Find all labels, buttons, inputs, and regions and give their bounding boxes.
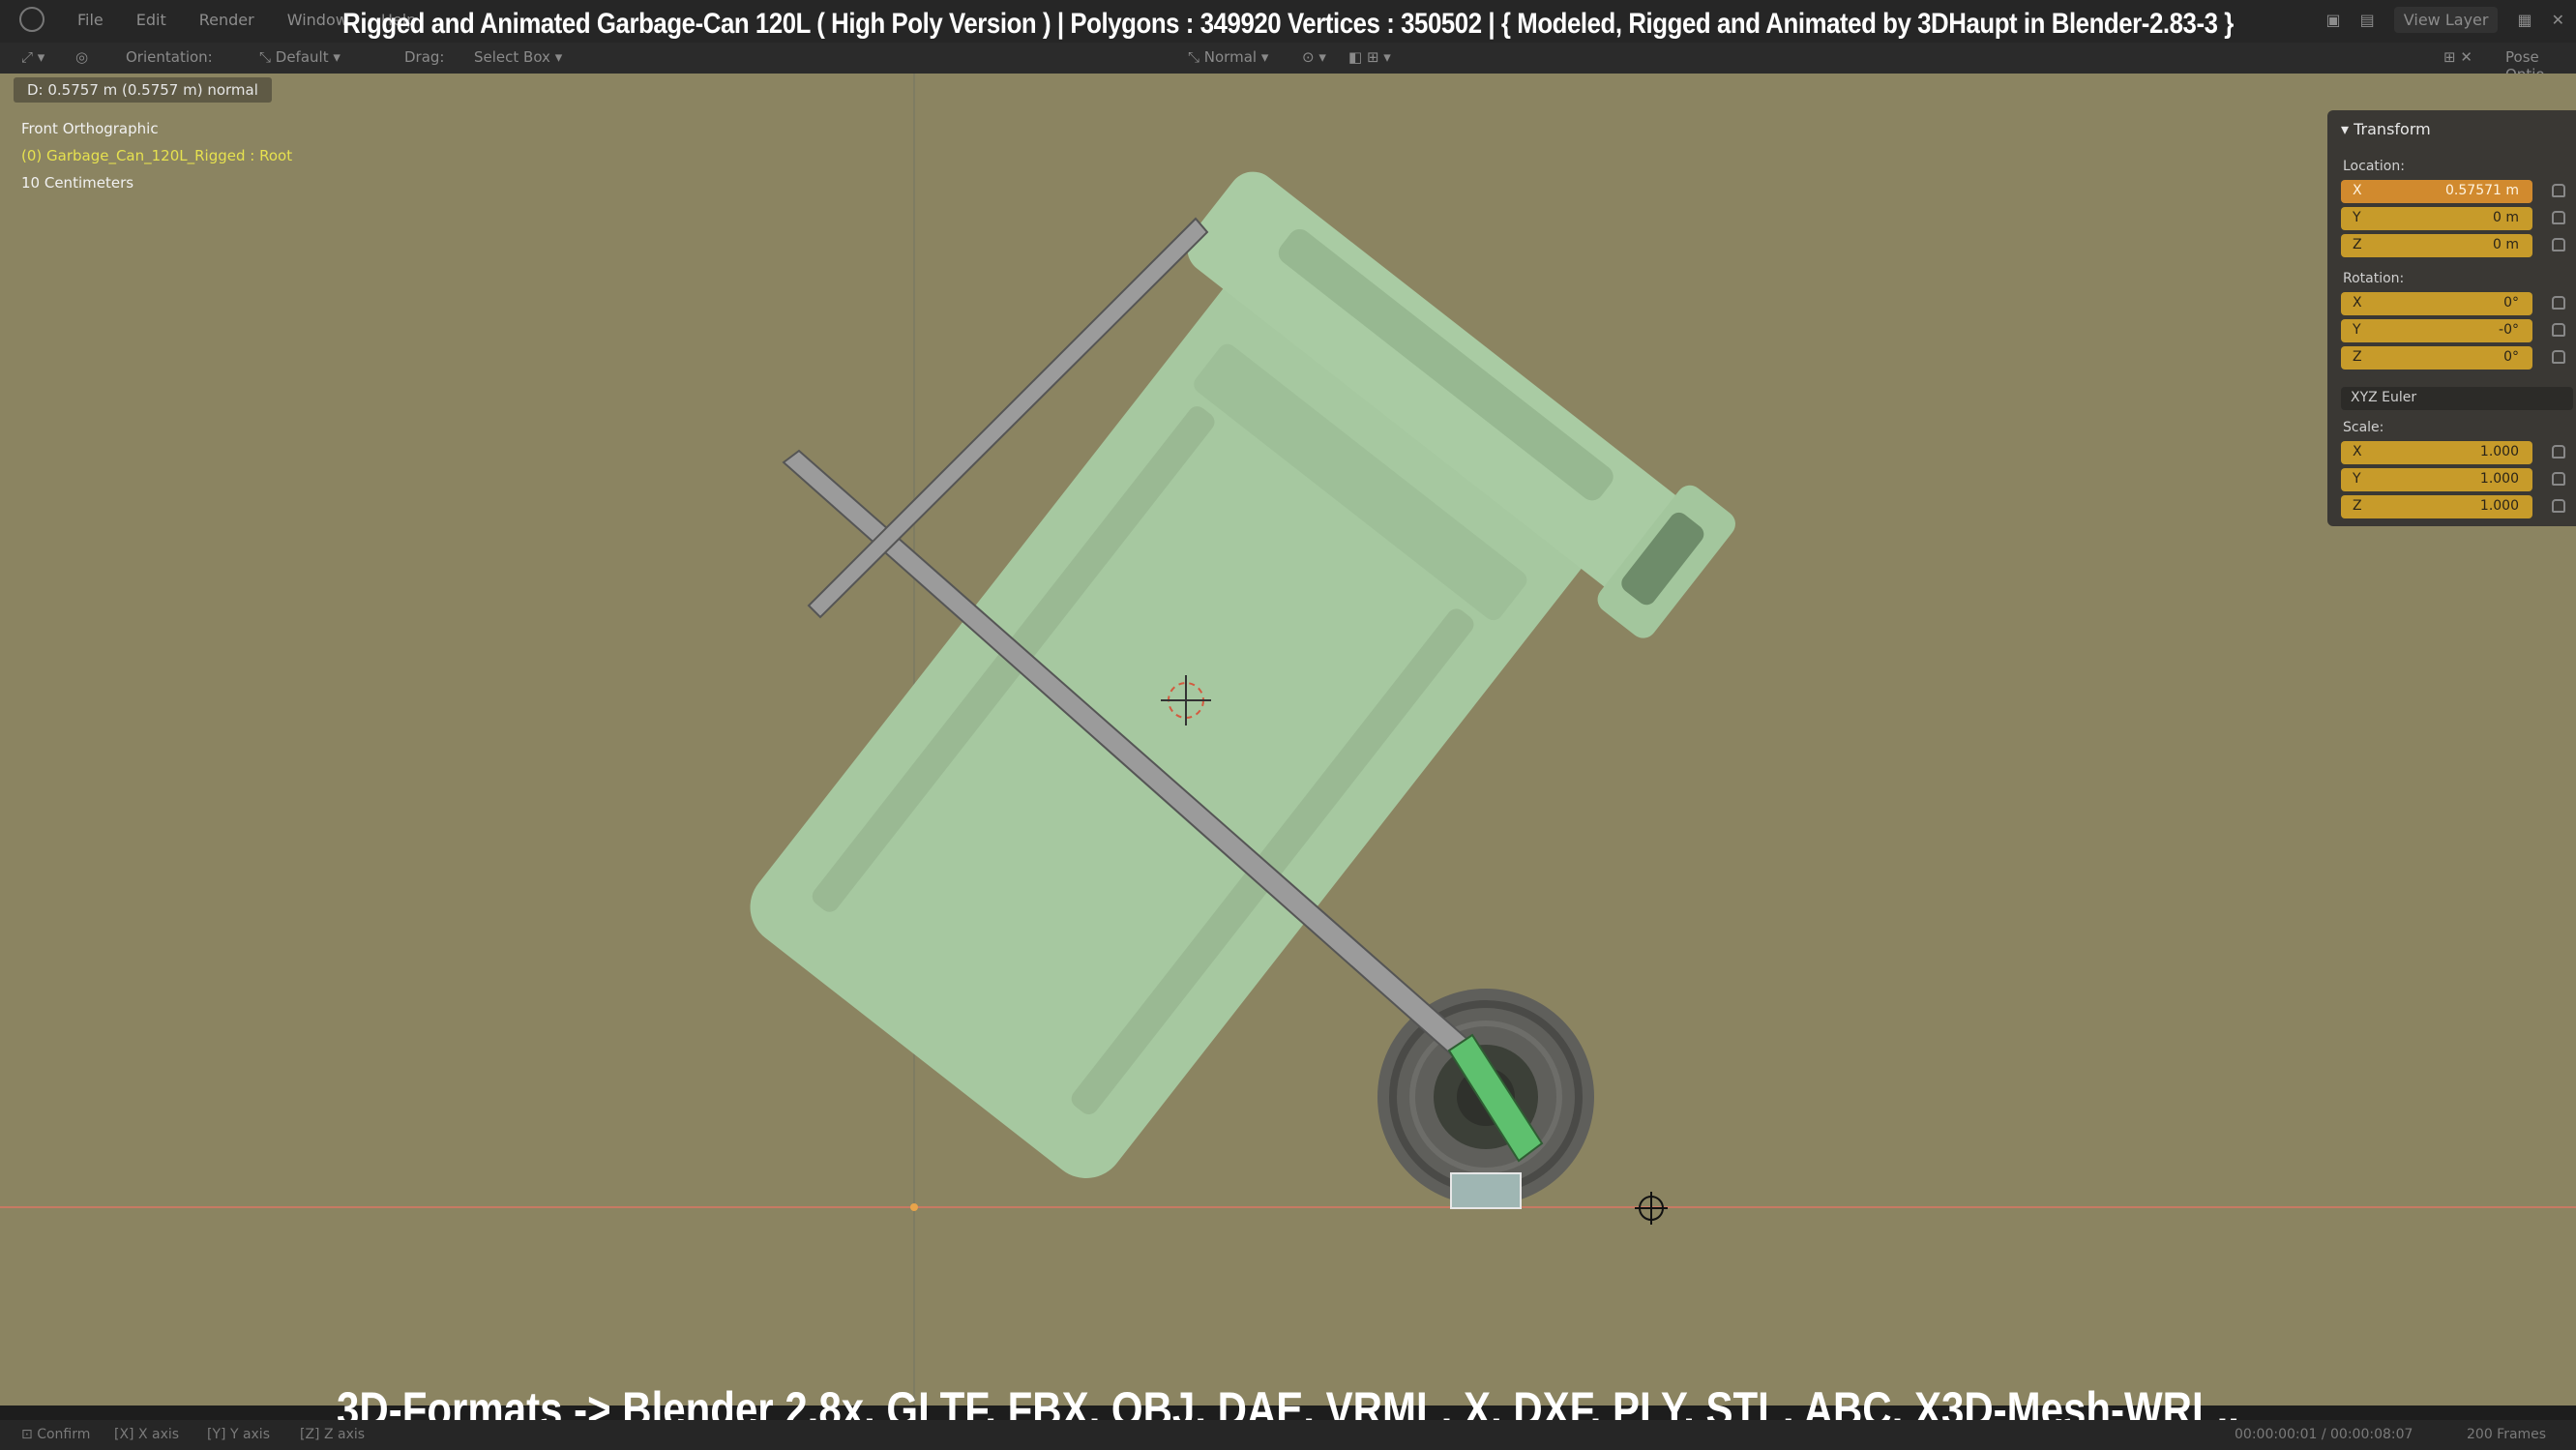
proportional-edit-icon[interactable]: ◧ ⊞ ▾ — [1348, 48, 1391, 66]
rotation-mode-dropdown[interactable]: XYZ Euler — [2341, 387, 2573, 410]
rotation-x-field[interactable]: X 0° — [2341, 292, 2532, 315]
scale-label: Scale: — [2343, 420, 2384, 435]
location-x-field[interactable]: X 0.57571 m — [2341, 180, 2532, 203]
transform-pivot-icon[interactable]: ◎ — [75, 48, 88, 66]
video-title-overlay: Rigged and Animated Garbage-Can 120L ( H… — [342, 8, 2234, 40]
lock-icon[interactable] — [2552, 211, 2565, 224]
lock-icon[interactable] — [2552, 350, 2565, 364]
lock-icon[interactable] — [2552, 323, 2565, 337]
menu-edit[interactable]: Edit — [136, 11, 166, 29]
lock-icon[interactable] — [2552, 499, 2565, 513]
drag-label: Drag: — [404, 48, 445, 66]
status-bar: ⊡ Confirm [X] X axis [Y] Y axis [Z] Z ax… — [0, 1420, 2576, 1450]
frame-count: 200 Frames — [2467, 1427, 2547, 1442]
rotation-y-field[interactable]: Y -0° — [2341, 319, 2532, 342]
location-label: Location: — [2343, 159, 2405, 174]
location-y-field[interactable]: Y0 m — [2341, 207, 2532, 230]
viewport-canvas — [0, 74, 2576, 1406]
root-bone — [1450, 1172, 1522, 1209]
viewport-header: ⤢ ▾ ◎ Orientation: ⤡ Default ▾ Drag: Sel… — [0, 43, 2576, 83]
lock-icon[interactable] — [2552, 445, 2565, 459]
scale-z-field[interactable]: Z 1.000 — [2341, 495, 2532, 518]
transform-panel-header[interactable]: ▾ Transform — [2341, 120, 2431, 138]
scale-y-field[interactable]: Y 1.000 — [2341, 468, 2532, 491]
view-layer-selector[interactable]: View Layer — [2393, 6, 2499, 33]
active-object-name: (0) Garbage_Can_120L_Rigged : Root — [21, 147, 293, 164]
drag-dropdown[interactable]: Select Box ▾ — [474, 48, 562, 66]
orientation-dropdown[interactable]: ⤡ Default ▾ — [259, 48, 341, 66]
measure-readout: D: 0.5757 m (0.5757 m) normal — [14, 77, 272, 103]
rotation-z-field[interactable]: Z 0° — [2341, 346, 2532, 370]
scale-x-field[interactable]: X 1.000 — [2341, 441, 2532, 464]
transform-orientation-dropdown[interactable]: ⤡ Normal ▾ — [1188, 48, 1268, 66]
pose-mode-icon[interactable]: ⤢ ▾ — [21, 48, 44, 66]
rotation-label: Rotation: — [2343, 271, 2405, 286]
move-cursor-icon — [1635, 1192, 1668, 1225]
lock-icon[interactable] — [2552, 184, 2565, 197]
transform-panel: ▾ Transform Location: X 0.57571 m Y0 m Z0… — [2327, 110, 2576, 526]
overlay-icon[interactable]: ⊞ ✕ — [2443, 48, 2472, 66]
confirm-hint: ⊡ Confirm — [21, 1427, 91, 1442]
y-axis-hint: [Y] Y axis — [207, 1427, 270, 1442]
view-layer-browse-icon[interactable]: ▦ — [2517, 11, 2532, 29]
x-axis-hint: [X] X axis — [114, 1427, 180, 1442]
timecode: 00:00:00:01 / 00:00:08:07 — [2235, 1427, 2413, 1442]
close-icon[interactable]: ✕ — [2552, 11, 2564, 29]
origin-dot — [910, 1203, 918, 1211]
lock-icon[interactable] — [2552, 238, 2565, 252]
view-name: Front Orthographic — [21, 120, 159, 137]
z-axis-hint: [Z] Z axis — [300, 1427, 366, 1442]
blender-logo-icon[interactable] — [19, 7, 44, 32]
orientation-label: Orientation: — [126, 48, 213, 66]
lock-icon[interactable] — [2552, 472, 2565, 486]
grid-scale-text: 10 Centimeters — [21, 174, 134, 192]
snap-icon[interactable]: ⊙ ▾ — [1302, 48, 1326, 66]
lock-icon[interactable] — [2552, 296, 2565, 310]
menu-file[interactable]: File — [77, 11, 104, 29]
3d-viewport[interactable]: D: 0.5757 m (0.5757 m) normal Front Orth… — [0, 74, 2576, 1406]
location-z-field[interactable]: Z0 m — [2341, 234, 2532, 257]
